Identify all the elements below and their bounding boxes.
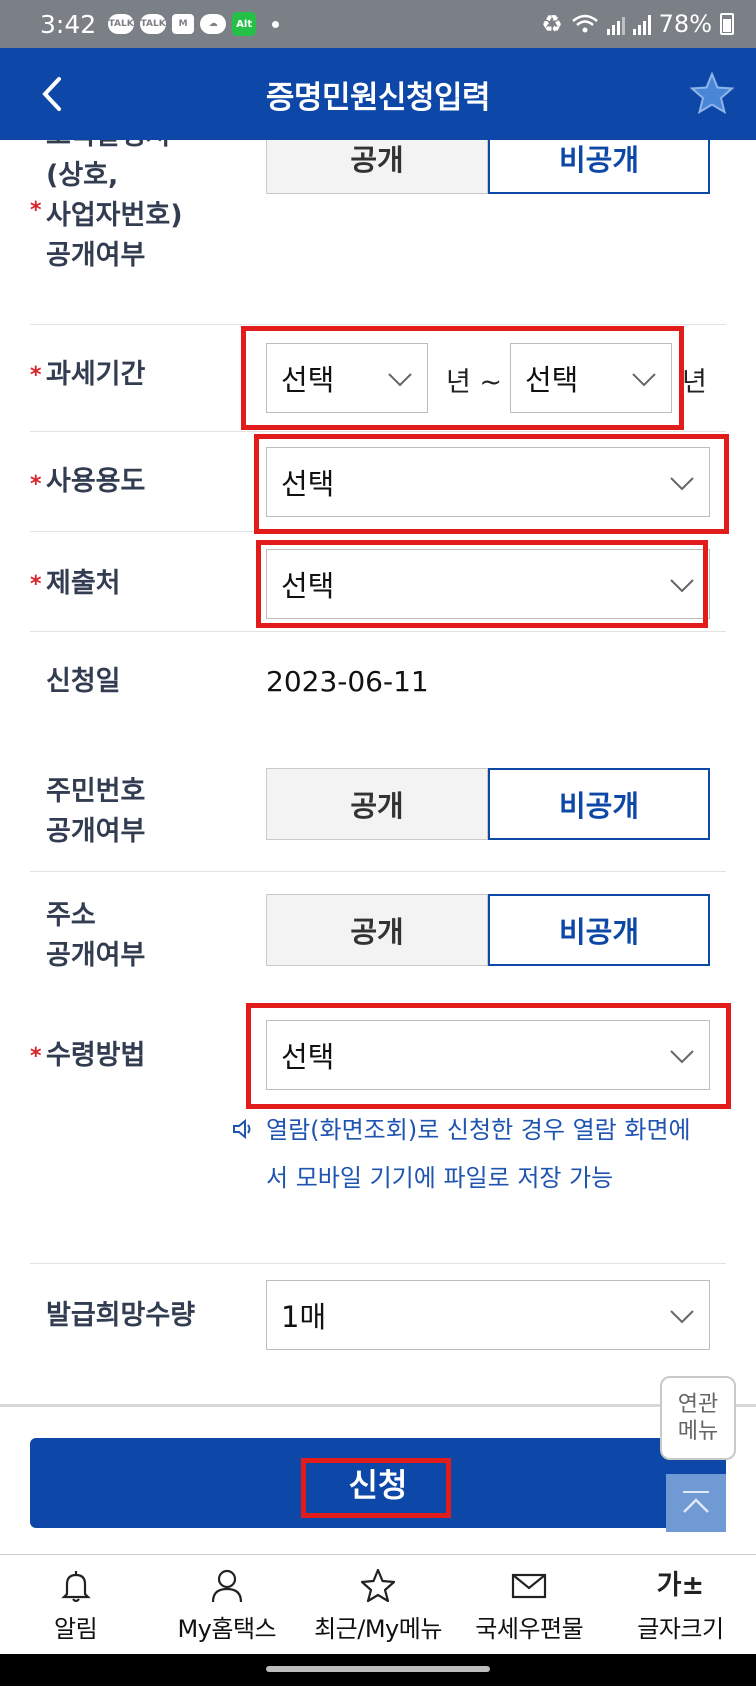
required-mark: * — [30, 198, 42, 223]
label-company-disclosure: 소득발생처 (상호, 사업자번호) 공개여부 — [46, 120, 183, 271]
label-apply-date: 신청일 — [46, 666, 121, 697]
message-icon: M — [172, 14, 195, 34]
more-notifications-icon — [272, 20, 280, 28]
address-private-button[interactable]: 비공개 — [488, 894, 710, 966]
signal-icon — [606, 13, 625, 35]
label-submit-to: 제출처 — [46, 568, 121, 599]
quantity-select[interactable]: 1매 — [266, 1280, 710, 1350]
required-mark: * — [30, 572, 42, 597]
label-receive-method: 수령방법 — [46, 1040, 146, 1071]
nav-tax-mail[interactable]: 국세우편물 — [454, 1555, 605, 1654]
star-icon — [360, 1568, 396, 1603]
section-divider — [0, 1404, 756, 1407]
label-quantity: 발급희망수량 — [46, 1300, 196, 1331]
system-icons: ♻ 78% — [541, 10, 734, 38]
star-icon — [689, 71, 735, 115]
apply-date-value: 2023-06-11 — [266, 665, 429, 698]
receive-method-notice: 열람(화면조회)로 신청한 경우 열람 화면에서 모바일 기기에 파일로 저장 … — [233, 1106, 706, 1202]
person-icon — [211, 1569, 242, 1603]
label-tax-period: 과세기간 — [46, 359, 146, 390]
kakaotalk-icon: TALK — [108, 14, 135, 34]
status-bar: 3:42 TALK TALK M ☁ Alt ♻ 78% — [0, 0, 756, 48]
address-public-button[interactable]: 공개 — [266, 894, 488, 966]
speaker-icon — [233, 1118, 251, 1140]
related-menu-button[interactable]: 연관 메뉴 — [660, 1376, 736, 1460]
highlight-receive-method — [246, 1003, 731, 1109]
font-size-icon: 가± — [656, 1570, 705, 1601]
back-button[interactable] — [30, 72, 74, 116]
kakaotalk-icon: TALK — [140, 14, 167, 34]
signal-icon — [632, 13, 651, 35]
label-resident-disclosure: 주민번호 공개여부 — [46, 776, 146, 847]
app-alt-icon: Alt — [232, 12, 257, 36]
recycle-icon: ♻ — [541, 10, 563, 38]
wifi-icon — [571, 14, 598, 33]
resident-private-button[interactable]: 비공개 — [488, 768, 710, 840]
scroll-top-button[interactable] — [666, 1474, 726, 1532]
highlight-tax-period — [241, 326, 684, 430]
address-disclosure-toggle: 공개 비공개 — [266, 894, 710, 966]
page-title: 증명민원신청입력 — [265, 79, 491, 116]
mail-icon — [512, 1573, 547, 1599]
favorite-button[interactable] — [688, 70, 736, 118]
resident-disclosure-toggle: 공개 비공개 — [266, 768, 710, 840]
cloud-icon: ☁ — [200, 14, 227, 34]
battery-icon — [720, 13, 734, 35]
status-time: 3:42 — [40, 9, 97, 39]
nav-font-size[interactable]: 가± 글자크기 — [605, 1555, 756, 1654]
label-address-disclosure: 주소 공개여부 — [46, 900, 146, 971]
required-mark: * — [30, 1044, 42, 1069]
bottom-nav: 알림 My홈택스 최근/My메뉴 국세우편물 가± 글자크기 — [0, 1554, 756, 1654]
gesture-bar — [0, 1654, 756, 1686]
nav-alerts[interactable]: 알림 — [0, 1555, 151, 1654]
highlight-submit — [301, 1458, 451, 1518]
required-mark: * — [30, 472, 42, 497]
notification-icons: TALK TALK M ☁ Alt — [108, 12, 280, 36]
chevron-down-icon — [670, 1310, 694, 1324]
home-indicator[interactable] — [266, 1666, 490, 1672]
year-suffix-to: 년 — [682, 367, 707, 398]
app-header-overlay: 증명민원신청입력 — [0, 48, 756, 140]
bell-icon — [60, 1571, 91, 1603]
resident-public-button[interactable]: 공개 — [266, 768, 488, 840]
required-mark: * — [30, 363, 42, 388]
chevron-up-icon — [683, 1491, 709, 1513]
highlight-usage — [254, 434, 729, 534]
nav-recent-my-menu[interactable]: 최근/My메뉴 — [302, 1555, 453, 1654]
chevron-left-icon — [42, 77, 61, 111]
battery-percent: 78% — [658, 10, 712, 38]
highlight-submit-to — [256, 540, 708, 628]
label-usage: 사용용도 — [46, 466, 146, 497]
nav-my-hometax[interactable]: My홈택스 — [151, 1555, 302, 1654]
